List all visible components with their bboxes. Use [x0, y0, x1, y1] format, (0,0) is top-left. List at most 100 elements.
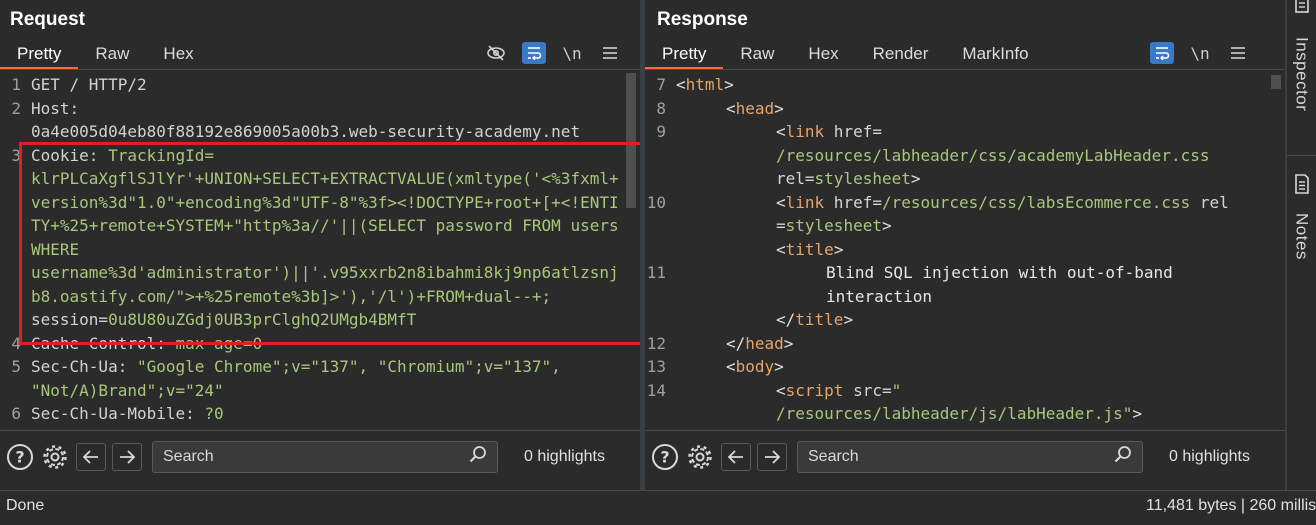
code-line: 7 <html> — [645, 73, 1270, 97]
line-number: 10 — [646, 192, 666, 212]
line-number: 1 — [11, 75, 21, 94]
code-token: session= — [31, 310, 109, 329]
request-toolbar: \n — [484, 40, 622, 66]
status-text: Done — [6, 497, 45, 514]
response-search-bar: ? 0 highlights — [645, 430, 1285, 482]
code-token: html — [685, 75, 725, 94]
sidebar-inspector-label: Inspector — [1292, 37, 1312, 112]
code-token: 0u8U80uZGdj0UB3prClghQ2UMgb4BMfT — [108, 310, 417, 329]
svg-text:?: ? — [15, 447, 24, 466]
status-bar: Done 11,481 bytes | 260 millis — [0, 490, 1316, 525]
code-token: > — [843, 310, 854, 329]
code-token: max-age=0 — [175, 333, 263, 353]
response-scrollbar[interactable] — [1271, 73, 1281, 426]
gear-icon[interactable] — [40, 442, 70, 472]
request-scrollbar[interactable] — [626, 73, 636, 426]
tab-request-hex[interactable]: Hex — [146, 40, 210, 70]
line-number: 9 — [656, 122, 666, 141]
gear-icon[interactable] — [685, 442, 715, 472]
line-number: 8 — [656, 98, 666, 118]
code-token: head — [745, 333, 784, 353]
request-search-box[interactable] — [152, 440, 498, 473]
code-token: rel= — [776, 169, 815, 188]
response-tabs: Pretty Raw Hex Render MarkInfo — [645, 40, 1046, 70]
code-line: 2 Host: 0a4e005d04eb80f88192e869005a00b3.… — [0, 97, 625, 144]
code-line: 1 GET / HTTP/2 — [0, 73, 625, 97]
response-editor[interactable]: 7 <html> 8 <head> 9 <link href= /resources/la… — [645, 73, 1270, 426]
code-token: > — [833, 239, 844, 259]
code-line: 6 Sec-Ch-Ua-Mobile: ?0 — [0, 402, 625, 426]
code-token: > — [774, 357, 784, 376]
response-scroll-thumb[interactable] — [1271, 75, 1281, 89]
next-match-button[interactable] — [757, 442, 787, 471]
request-scroll-thumb[interactable] — [626, 73, 636, 208]
response-size-info: 11,481 bytes | 260 millis — [1146, 497, 1316, 514]
help-icon[interactable]: ? — [650, 442, 680, 472]
menu-icon[interactable] — [598, 42, 622, 64]
previous-match-button[interactable] — [721, 442, 751, 471]
response-search-box[interactable] — [797, 440, 1143, 473]
line-number: 14 — [646, 380, 666, 400]
code-token: Cache-Control: — [31, 333, 176, 353]
code-line: <title> — [645, 238, 1270, 262]
code-token: > — [881, 216, 892, 235]
tab-response-markinfo[interactable]: MarkInfo — [945, 40, 1045, 70]
code-text: </head> — [672, 332, 1270, 356]
svg-text:?: ? — [660, 447, 669, 466]
tab-request-raw[interactable]: Raw — [78, 40, 146, 70]
code-token: > — [783, 333, 794, 353]
tab-request-pretty[interactable]: Pretty — [0, 40, 79, 70]
code-line: 14 <script src=" /resources/labheader/js/… — [645, 379, 1270, 426]
request-search-input[interactable] — [163, 447, 469, 466]
line-number: 13 — [646, 357, 666, 376]
code-token: title — [795, 310, 844, 329]
code-token: link — [785, 122, 825, 141]
code-text: Cookie: TrackingId= klrPLCaXgflSJlYr'+UN… — [27, 144, 625, 332]
request-pane: Request Pretty Raw Hex \n 1 GET / HTTP/2 2… — [0, 0, 640, 488]
tab-response-pretty[interactable]: Pretty — [645, 40, 724, 70]
sidebar-item-inspector[interactable]: Inspector — [1287, 0, 1316, 111]
code-token: script — [785, 380, 844, 400]
newline-icon[interactable]: \n — [1188, 42, 1212, 64]
next-match-button[interactable] — [112, 442, 142, 471]
request-editor[interactable]: 1 GET / HTTP/2 2 Host: 0a4e005d04eb80f88192… — [0, 73, 625, 426]
response-title: Response — [657, 9, 748, 30]
tab-response-hex[interactable]: Hex — [791, 40, 855, 70]
code-line: 10 <link href=/resources/css/labsEcommerc… — [645, 191, 1270, 238]
code-text: GET / HTTP/2 — [27, 73, 625, 97]
wrap-icon[interactable] — [522, 42, 546, 64]
code-text: <head> — [672, 97, 1270, 121]
previous-match-button[interactable] — [76, 442, 106, 471]
code-token: </ — [726, 333, 746, 353]
code-text: <title> — [672, 238, 1270, 262]
code-line: 8 <head> — [645, 97, 1270, 121]
wrap-icon[interactable] — [1150, 42, 1174, 64]
tab-response-render[interactable]: Render — [856, 40, 946, 70]
code-token: /resources/css/labsEcommerce.css — [881, 192, 1191, 212]
code-text: Blind SQL injection with out-of-band int… — [672, 261, 1270, 308]
newline-icon[interactable]: \n — [560, 42, 584, 64]
tab-response-raw[interactable]: Raw — [723, 40, 791, 70]
code-token: TrackingId= klrPLCaXgflSJlYr'+UNION+SELE… — [31, 145, 619, 306]
search-icon[interactable] — [469, 445, 487, 468]
request-title: Request — [10, 9, 85, 30]
code-line: 4 Cache-Control: max-age=0 — [0, 332, 625, 356]
code-token: < — [726, 98, 736, 118]
eye-slash-icon[interactable] — [484, 42, 508, 64]
line-number: 11 — [646, 263, 666, 282]
menu-icon[interactable] — [1226, 42, 1250, 64]
code-line: 9 <link href= /resources/labheader/css/ac… — [645, 120, 1270, 191]
code-text: <link href= /resources/labheader/css/aca… — [672, 120, 1270, 191]
help-icon[interactable]: ? — [5, 442, 35, 472]
code-text: </title> — [672, 308, 1270, 332]
search-icon[interactable] — [1114, 445, 1132, 468]
code-text: <script src=" /resources/labheader/js/la… — [672, 379, 1270, 426]
inspector-sidebar: Inspector Notes — [1287, 0, 1316, 490]
code-text: <html> — [672, 73, 1270, 97]
line-number: 2 — [11, 98, 21, 118]
response-tab-divider — [645, 69, 1285, 70]
code-token: Host: 0a4e005d04eb80f88192e869005a00b3.w… — [31, 98, 581, 142]
response-search-input[interactable] — [808, 447, 1114, 466]
code-token: head — [735, 98, 775, 118]
sidebar-item-notes[interactable]: Notes — [1287, 174, 1316, 260]
